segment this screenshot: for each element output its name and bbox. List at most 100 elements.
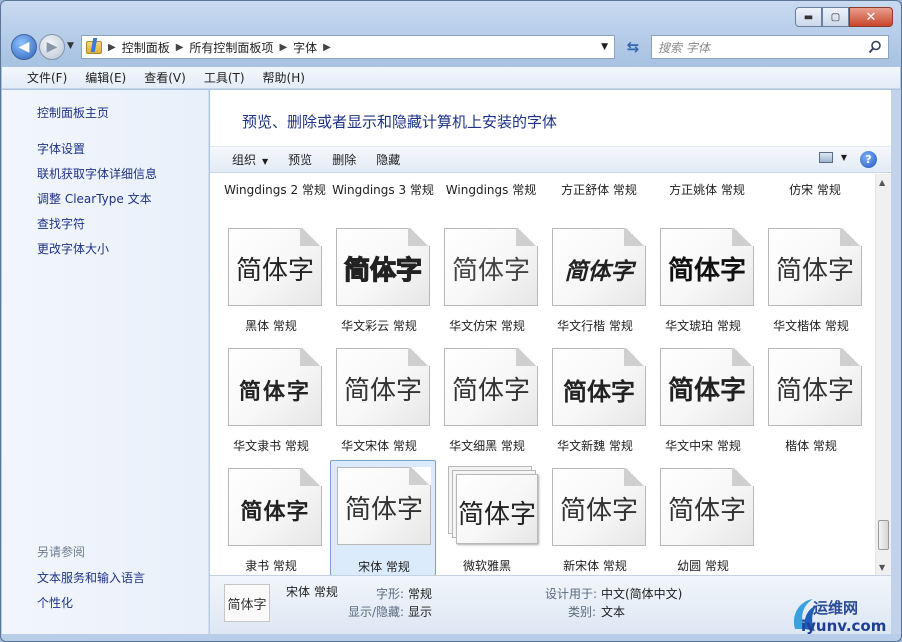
font-item[interactable]: 方正舒体 常规 xyxy=(546,182,652,218)
help-icon[interactable]: ? xyxy=(860,151,877,168)
breadcrumb-fonts[interactable]: 字体 xyxy=(293,39,317,56)
font-item[interactable]: 简体字 隶书 常规 xyxy=(218,466,324,576)
breadcrumb-all-items[interactable]: 所有控制面板项 xyxy=(189,39,273,56)
chevron-right-icon[interactable]: ▶ xyxy=(323,42,331,53)
chevron-right-icon[interactable]: ▶ xyxy=(108,42,116,53)
font-item[interactable]: 简体字 华文琥珀 常规 xyxy=(650,226,756,340)
font-name: 宋体 常规 xyxy=(358,560,410,574)
page-fold xyxy=(516,228,538,246)
navigation-bar: ◀ ▶ ▼ ▶ 控制面板 ▶ 所有控制面板项 ▶ 字体 ▶ ▼ ⇆ 搜索 字体 xyxy=(9,33,895,61)
menu-bar: 文件(F) 编辑(E) 查看(V) 工具(T) 帮助(H) xyxy=(2,67,900,89)
font-item[interactable]: 简体字 华文宋体 常规 xyxy=(326,346,432,460)
menu-edit[interactable]: 编辑(E) xyxy=(76,69,135,86)
font-item[interactable]: 简体字 黑体 常规 xyxy=(218,226,324,340)
font-item[interactable]: 简体字 华文隶书 常规 xyxy=(218,346,324,460)
font-name: 华文新魏 常规 xyxy=(557,439,633,453)
menu-file[interactable]: 文件(F) xyxy=(18,69,76,86)
refresh-button[interactable]: ⇆ xyxy=(621,35,645,59)
get-font-info-online-link[interactable]: 联机获取字体详细信息 xyxy=(37,165,157,182)
change-font-size-link[interactable]: 更改字体大小 xyxy=(37,240,109,257)
chevron-right-icon[interactable]: ▶ xyxy=(279,42,287,53)
font-family-item[interactable]: 简体字 微软雅黑 xyxy=(434,466,540,576)
font-sample: 简体字 xyxy=(667,496,746,526)
page-fold xyxy=(408,228,430,246)
watermark: 运维网 iyunv.com xyxy=(779,593,901,639)
font-item[interactable]: 简体字 华文细黑 常规 xyxy=(434,346,540,460)
font-sample: 简体字 xyxy=(457,500,536,530)
preview-button[interactable]: 预览 xyxy=(278,151,322,168)
designed-for-value: 中文(简体中文) xyxy=(601,587,683,601)
task-pane: 控制面板主页 字体设置 联机获取字体详细信息 调整 ClearType 文本 查… xyxy=(2,90,209,634)
font-item[interactable]: 仿宋 常规 xyxy=(762,182,868,218)
menu-help[interactable]: 帮助(H) xyxy=(254,69,314,86)
font-sample: 简体字 xyxy=(344,495,423,525)
caption-buttons: ▬ ▢ ✕ xyxy=(795,7,893,27)
font-item[interactable]: Wingdings 3 常规 xyxy=(330,182,436,218)
font-sample: 简体字 xyxy=(775,376,854,406)
explorer-window: ▬ ▢ ✕ ◀ ▶ ▼ ▶ 控制面板 ▶ 所有控制面板项 ▶ 字体 ▶ ▼ ⇆ … xyxy=(0,0,902,642)
delete-button[interactable]: 删除 xyxy=(322,151,366,168)
search-input[interactable]: 搜索 字体 xyxy=(651,35,889,59)
vertical-scrollbar[interactable]: ▲ ▼ xyxy=(875,174,891,576)
change-view-button[interactable]: ▼ xyxy=(818,152,847,163)
scroll-up-icon[interactable]: ▲ xyxy=(879,178,885,187)
font-name: 华文仿宋 常规 xyxy=(449,319,525,333)
font-item[interactable]: 简体字 华文仿宋 常规 xyxy=(434,226,540,340)
font-item[interactable]: 简体字 新宋体 常规 xyxy=(542,466,648,576)
font-name: Wingdings 常规 xyxy=(445,183,537,197)
font-name: 方正舒体 常规 xyxy=(561,183,637,197)
menu-view[interactable]: 查看(V) xyxy=(135,69,195,86)
forward-button[interactable]: ▶ xyxy=(39,34,65,60)
address-bar[interactable]: ▶ 控制面板 ▶ 所有控制面板项 ▶ 字体 ▶ ▼ xyxy=(81,35,615,59)
page-fold xyxy=(624,228,646,246)
font-name: 楷体 常规 xyxy=(785,439,837,453)
font-item[interactable]: 简体字 幼圆 常规 xyxy=(650,466,756,576)
minimize-button[interactable]: ▬ xyxy=(795,7,822,27)
font-item[interactable]: Wingdings 2 常规 xyxy=(222,182,328,218)
find-character-link[interactable]: 查找字符 xyxy=(37,215,85,232)
font-item-selected[interactable]: 简体字 宋体 常规 xyxy=(330,460,436,576)
back-button[interactable]: ◀ xyxy=(11,34,37,60)
font-settings-link[interactable]: 字体设置 xyxy=(37,140,85,157)
hide-button[interactable]: 隐藏 xyxy=(366,151,410,168)
page-fold xyxy=(840,228,862,246)
font-item[interactable]: Wingdings 常规 xyxy=(438,182,544,218)
recent-pages-dropdown[interactable]: ▼ xyxy=(67,41,74,51)
font-sample: 简体字 xyxy=(667,256,746,286)
page-fold xyxy=(624,468,646,486)
font-item[interactable]: 简体字 华文楷体 常规 xyxy=(758,226,864,340)
maximize-button[interactable]: ▢ xyxy=(822,7,849,27)
font-name: 华文琥珀 常规 xyxy=(665,319,741,333)
content-pane: 预览、删除或者显示和隐藏计算机上安装的字体 组织 ▼ 预览 删除 隐藏 ▼ ? W… xyxy=(210,90,891,634)
organize-button[interactable]: 组织 ▼ xyxy=(222,151,278,168)
font-item[interactable]: 简体字 华文新魏 常规 xyxy=(542,346,648,460)
breadcrumb-control-panel[interactable]: 控制面板 xyxy=(122,39,170,56)
scroll-down-icon[interactable]: ▼ xyxy=(879,563,885,572)
close-button[interactable]: ✕ xyxy=(849,7,893,27)
personalization-link[interactable]: 个性化 xyxy=(37,594,73,611)
adjust-cleartype-link[interactable]: 调整 ClearType 文本 xyxy=(37,190,152,207)
visibility-label: 显示/隐藏: xyxy=(348,605,405,619)
command-bar: 组织 ▼ 预览 删除 隐藏 ▼ ? xyxy=(210,146,891,173)
font-name: 仿宋 常规 xyxy=(789,183,841,197)
font-sample: 简体字 xyxy=(775,256,854,286)
font-sample: 简体字 xyxy=(238,379,311,405)
address-dropdown-icon[interactable]: ▼ xyxy=(601,42,608,52)
chevron-right-icon[interactable]: ▶ xyxy=(176,42,184,53)
font-item[interactable]: 简体字 华文彩云 常规 xyxy=(326,226,432,340)
search-icon[interactable] xyxy=(868,40,882,54)
font-item[interactable]: 方正姚体 常规 xyxy=(654,182,760,218)
page-fold xyxy=(300,228,322,246)
menu-tools[interactable]: 工具(T) xyxy=(195,69,254,86)
font-name: 方正姚体 常规 xyxy=(669,183,745,197)
control-panel-home-link[interactable]: 控制面板主页 xyxy=(37,104,109,121)
font-name: 华文楷体 常规 xyxy=(773,319,849,333)
search-placeholder: 搜索 字体 xyxy=(658,40,710,55)
page-fold xyxy=(516,348,538,366)
font-item[interactable]: 简体字 楷体 常规 xyxy=(758,346,864,460)
font-item[interactable]: 简体字 华文行楷 常规 xyxy=(542,226,648,340)
font-item[interactable]: 简体字 华文中宋 常规 xyxy=(650,346,756,460)
scrollbar-thumb[interactable] xyxy=(878,520,889,550)
text-services-link[interactable]: 文本服务和输入语言 xyxy=(37,569,145,586)
font-list: Wingdings 2 常规 Wingdings 3 常规 Wingdings … xyxy=(210,174,875,576)
